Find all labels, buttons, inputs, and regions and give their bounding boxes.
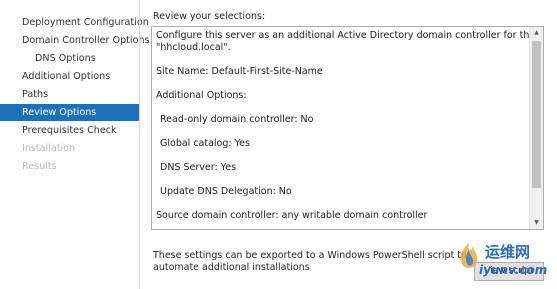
sidebar-item-deployment-configuration[interactable]: Deployment Configuration xyxy=(0,14,149,31)
watermark-url-text: iyunv.com xyxy=(479,263,548,277)
review-line: Additional Options: xyxy=(156,90,247,101)
scroll-up-arrow-icon[interactable]: ▲ xyxy=(532,28,541,38)
watermark: 运维网 iyunv.com xyxy=(455,236,557,289)
sidebar-divider xyxy=(139,0,140,289)
review-line: "hhcloud.local". xyxy=(156,42,231,53)
review-heading: Review your selections: xyxy=(153,11,266,22)
vertical-scrollbar[interactable]: ▲ ▼ xyxy=(529,27,543,229)
wizard-sidebar: Deployment Configuration Domain Controll… xyxy=(0,0,150,289)
review-line: Global catalog: Yes xyxy=(160,138,250,149)
sidebar-item-review-options[interactable]: Review Options xyxy=(0,104,139,121)
scroll-thumb[interactable] xyxy=(532,41,541,188)
watermark-cn-text: 运维网 xyxy=(485,243,531,261)
sidebar-item-installation: Installation xyxy=(22,143,76,154)
sidebar-item-paths[interactable]: Paths xyxy=(0,86,139,103)
review-line: Read-only domain controller: No xyxy=(160,114,314,125)
review-selections-textbox[interactable]: Configure this server as an additional A… xyxy=(151,26,544,230)
sidebar-item-dns-options[interactable]: DNS Options xyxy=(0,50,139,67)
sidebar-item-additional-options[interactable]: Additional Options xyxy=(0,68,139,85)
review-line: Source domain controller: any writable d… xyxy=(156,210,428,221)
sidebar-item-prerequisites-check[interactable]: Prerequisites Check xyxy=(0,122,139,139)
review-line: DNS Server: Yes xyxy=(160,162,237,173)
sidebar-item-results: Results xyxy=(22,161,57,172)
review-line: Site Name: Default-First-Site-Name xyxy=(156,66,323,77)
sidebar-item-domain-controller-options[interactable]: Domain Controller Options xyxy=(0,32,150,49)
scroll-down-arrow-icon[interactable]: ▼ xyxy=(532,218,541,228)
export-description: These settings can be exported to a Wind… xyxy=(153,250,467,273)
review-line: Update DNS Delegation: No xyxy=(160,186,292,197)
review-line: Configure this server as an additional A… xyxy=(156,30,544,41)
